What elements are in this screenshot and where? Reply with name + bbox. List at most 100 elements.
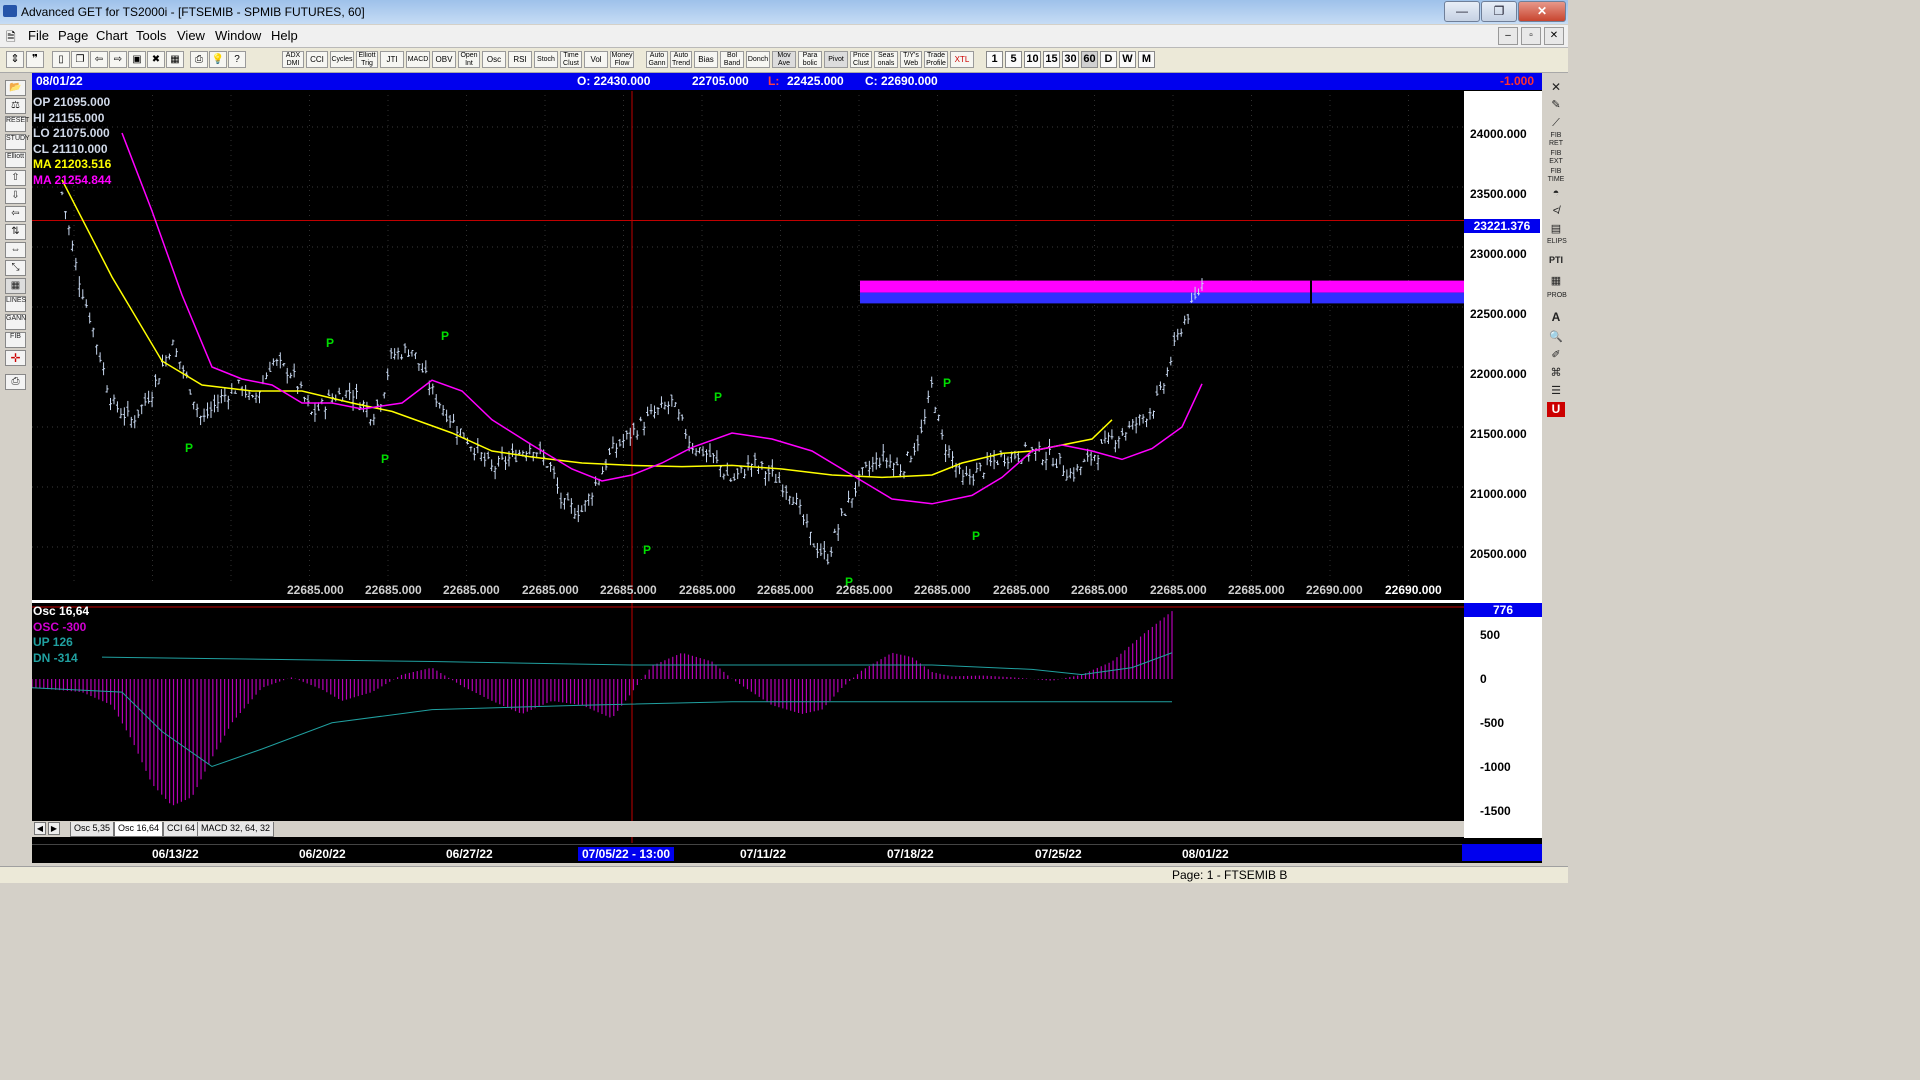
- study-trade-profile[interactable]: Trade Profile: [924, 51, 948, 68]
- study-elliott-trig[interactable]: Elliott Trig: [356, 51, 378, 68]
- pencil-icon[interactable]: ✎: [1547, 98, 1565, 113]
- arrow-up-icon[interactable]: ⇧: [5, 170, 26, 186]
- study-parabolic[interactable]: Para bolic: [798, 51, 822, 68]
- grid-toggle-icon[interactable]: ▦: [5, 278, 26, 294]
- scale-icon[interactable]: ⚖: [5, 98, 26, 114]
- interval-d[interactable]: D: [1100, 51, 1117, 68]
- fib-ret-button[interactable]: FIB RET: [1547, 132, 1565, 148]
- study-adx[interactable]: ADX DMI: [282, 51, 304, 68]
- mdi-minimize-button[interactable]: –: [1498, 27, 1518, 45]
- zoom-bars-icon[interactable]: ⇅: [5, 224, 26, 240]
- tab-cci-64[interactable]: CCI 64: [163, 822, 200, 837]
- study-jti[interactable]: JTI: [380, 51, 404, 68]
- study-obv[interactable]: OBV: [432, 51, 456, 68]
- study-button[interactable]: STUDY: [5, 134, 30, 150]
- copy-icon[interactable]: ❐: [71, 51, 89, 68]
- reset-button[interactable]: RESET: [5, 116, 29, 132]
- lines-button[interactable]: LINES: [5, 296, 26, 312]
- menu-tools[interactable]: Tools: [136, 28, 166, 43]
- tab-prev-button[interactable]: ◀: [34, 822, 46, 835]
- shapes-icon[interactable]: ⌘: [1547, 366, 1565, 381]
- table-icon[interactable]: ▤: [1547, 222, 1565, 237]
- study-auto-gann[interactable]: Auto Gann: [646, 51, 668, 68]
- interval-m[interactable]: M: [1138, 51, 1155, 68]
- undo-button[interactable]: U: [1547, 402, 1565, 417]
- menu-page[interactable]: Page: [58, 28, 88, 43]
- pane-separator[interactable]: [32, 600, 1542, 603]
- prob-button[interactable]: PROB: [1547, 292, 1567, 308]
- interval-15[interactable]: 15: [1043, 51, 1060, 68]
- compress-icon[interactable]: ⇔: [5, 242, 26, 258]
- study-ty-web[interactable]: T/Y's Web: [900, 51, 922, 68]
- study-mov-ave[interactable]: Mov Ave: [772, 51, 796, 68]
- menu-file[interactable]: File: [28, 28, 49, 43]
- study-cycles[interactable]: Cycles: [330, 51, 354, 68]
- help-icon[interactable]: ?: [228, 51, 246, 68]
- fib-ext-button[interactable]: FIB EXT: [1547, 150, 1565, 166]
- fib-time-button[interactable]: FIB TIME: [1547, 168, 1565, 184]
- minimize-button[interactable]: —: [1444, 1, 1480, 22]
- study-open-int[interactable]: Open Int: [458, 51, 480, 68]
- list-icon[interactable]: ☰: [1547, 384, 1565, 399]
- line-tool-icon[interactable]: ⟋: [1547, 116, 1565, 131]
- zoom-icon[interactable]: 🔍: [1547, 330, 1565, 345]
- layout-icon[interactable]: ▣: [128, 51, 146, 68]
- maximize-button[interactable]: ❐: [1481, 1, 1517, 22]
- forward-icon[interactable]: ⇨: [109, 51, 127, 68]
- chart-area[interactable]: 08/01/22 O: 22430.000 22705.000 L: 22425…: [32, 73, 1542, 863]
- menu-chart[interactable]: Chart: [96, 28, 128, 43]
- arc-icon[interactable]: ◓: [1547, 186, 1565, 201]
- folder-icon[interactable]: 📂: [5, 80, 26, 96]
- print-chart-icon[interactable]: ⎙: [5, 374, 26, 390]
- study-vol[interactable]: Vol: [584, 51, 608, 68]
- tab-macd[interactable]: MACD 32, 64, 32: [197, 822, 275, 837]
- pointer-icon[interactable]: ⇕: [6, 51, 24, 68]
- study-time-clust[interactable]: Time Clust: [560, 51, 582, 68]
- study-price-clust[interactable]: Price Clust: [850, 51, 872, 68]
- interval-w[interactable]: W: [1119, 51, 1136, 68]
- tab-osc-16-64[interactable]: Osc 16,64: [114, 822, 164, 837]
- mdi-close-button[interactable]: ✕: [1544, 27, 1564, 45]
- tab-next-button[interactable]: ▶: [48, 822, 60, 835]
- pti-button[interactable]: PTI: [1547, 256, 1565, 272]
- date-axis[interactable]: 06/13/22 06/20/22 06/27/22 07/05/22 - 13…: [32, 844, 1462, 862]
- elliott-button[interactable]: Elliott: [5, 152, 26, 168]
- study-money-flow[interactable]: Money Flow: [610, 51, 634, 68]
- study-stoch[interactable]: Stoch: [534, 51, 558, 68]
- arrow-left-icon[interactable]: ⇦: [5, 206, 26, 222]
- study-rsi[interactable]: RSI: [508, 51, 532, 68]
- grid-icon[interactable]: ▦: [166, 51, 184, 68]
- price-chart-canvas[interactable]: [32, 73, 1542, 863]
- interval-30[interactable]: 30: [1062, 51, 1079, 68]
- new-icon[interactable]: ▯: [52, 51, 70, 68]
- back-icon[interactable]: ⇦: [90, 51, 108, 68]
- study-xtl[interactable]: XTL: [950, 51, 974, 68]
- elips-button[interactable]: ELIPS: [1547, 238, 1567, 254]
- interval-10[interactable]: 10: [1024, 51, 1041, 68]
- study-seasonals[interactable]: Seas onals: [874, 51, 898, 68]
- arrow-down-icon[interactable]: ⇩: [5, 188, 26, 204]
- interval-60[interactable]: 60: [1081, 51, 1098, 68]
- study-auto-trend[interactable]: Auto Trend: [670, 51, 692, 68]
- fib-button[interactable]: FIB: [5, 332, 26, 348]
- quote-icon[interactable]: ❞: [26, 51, 44, 68]
- study-cci[interactable]: CCI: [306, 51, 328, 68]
- interval-5[interactable]: 5: [1005, 51, 1022, 68]
- study-pivot[interactable]: Pivot: [824, 51, 848, 68]
- menu-help[interactable]: Help: [271, 28, 298, 43]
- crosshair-icon[interactable]: ✛: [5, 350, 26, 366]
- study-osc[interactable]: Osc: [482, 51, 506, 68]
- close-x-icon[interactable]: ✕: [1547, 80, 1565, 95]
- menu-view[interactable]: View: [177, 28, 205, 43]
- text-tool-button[interactable]: A: [1547, 310, 1565, 325]
- fan-icon[interactable]: ≮: [1547, 204, 1565, 219]
- menu-window[interactable]: Window: [215, 28, 261, 43]
- study-macd[interactable]: MACD: [406, 51, 430, 68]
- study-bias[interactable]: Bias: [694, 51, 718, 68]
- expand-icon[interactable]: ⤡: [5, 260, 26, 276]
- study-bol-band[interactable]: Bol Band: [720, 51, 744, 68]
- study-donch[interactable]: Donch: [746, 51, 770, 68]
- marker-icon[interactable]: ✐: [1547, 348, 1565, 363]
- tip-icon[interactable]: 💡: [209, 51, 227, 68]
- tab-osc-5-35[interactable]: Osc 5,35: [70, 822, 115, 837]
